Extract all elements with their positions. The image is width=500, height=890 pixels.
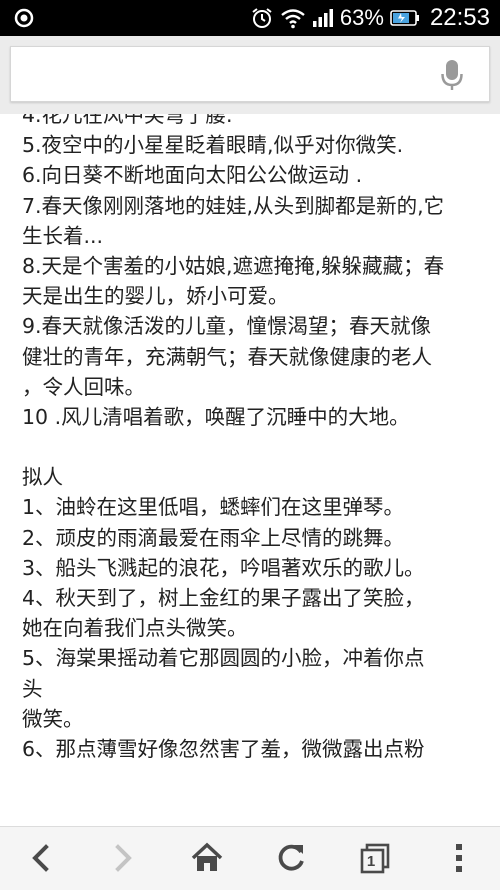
- text-line: 6.向日葵不断地面向太阳公公做运动 .: [22, 163, 363, 188]
- text-line: 2、顽皮的雨滴最爱在雨伞上尽情的跳舞。: [22, 525, 405, 550]
- signal-icon: [312, 9, 333, 27]
- search-box[interactable]: [10, 46, 490, 102]
- browser-toolbar: 1: [0, 826, 500, 890]
- text-line: 微笑。: [22, 706, 84, 731]
- page-content: 4.花儿在风中笑弯了腰. 5.夜空中的小星星眨着眼睛,似乎对你微笑. 6.向日葵不断…: [0, 114, 500, 826]
- tabs-button[interactable]: 1: [358, 841, 392, 875]
- clock: 22:53: [429, 4, 490, 31]
- app-notification-icon: [14, 8, 34, 28]
- refresh-icon: [278, 844, 304, 871]
- text-line: 6、那点薄雪好像忽然害了羞，微微露出点粉: [22, 736, 425, 761]
- alarm-icon: [252, 8, 272, 28]
- forward-button[interactable]: [106, 841, 140, 875]
- text-line: 10 .风儿清唱着歌，唤醒了沉睡中的大地。: [22, 404, 410, 429]
- home-icon: [191, 842, 223, 871]
- text-line: 8.天是个害羞的小姑娘,遮遮掩掩,躲躲藏藏；春: [22, 253, 445, 278]
- text-line: 拟人: [22, 465, 63, 490]
- text-line: 生长着...: [22, 223, 104, 248]
- text-line: 5.夜空中的小星星眨着眼睛,似乎对你微笑.: [22, 133, 404, 158]
- chevron-right-icon: [115, 844, 132, 872]
- text-line: 头: [22, 676, 43, 701]
- tab-count: 1: [366, 853, 376, 870]
- wifi-icon: [281, 9, 305, 29]
- text-line: 4、秋天到了，树上金红的果子露出了笑脸，: [22, 586, 425, 610]
- text-line: 4.花儿在风中笑弯了腰.: [22, 114, 233, 127]
- menu-button[interactable]: [442, 841, 476, 875]
- battery-icon: [390, 10, 419, 26]
- status-icons: 63% 22:53: [250, 0, 490, 36]
- text-line: 9.春天就像活泼的儿童，憧憬渴望；春天就像: [22, 314, 432, 339]
- text-line: 天是出生的婴儿，娇小可爱。: [22, 284, 289, 309]
- text-line: 她在向着我们点头微笑。: [22, 616, 248, 641]
- text-line: ，令人回味。: [22, 374, 145, 399]
- back-button[interactable]: [24, 841, 58, 875]
- chevron-left-icon: [32, 844, 49, 872]
- search-bar-area: [0, 36, 500, 114]
- home-button[interactable]: [190, 841, 224, 875]
- refresh-button[interactable]: [274, 841, 308, 875]
- search-input[interactable]: [21, 57, 425, 93]
- text-line: 7.春天像刚刚落地的娃娃,从头到脚都是新的,它: [22, 193, 445, 218]
- text-line: 3、船头飞溅起的浪花，吟唱著欢乐的歌儿。: [22, 555, 425, 580]
- text-line: 5、海棠果摇动着它那圆圆的小脸，冲着你点: [22, 646, 425, 671]
- article-text: 4.花儿在风中笑弯了腰. 5.夜空中的小星星眨着眼睛,似乎对你微笑. 6.向日葵不断…: [22, 114, 484, 764]
- text-line: 1、油蛉在这里低唱，蟋蟀们在这里弹琴。: [22, 495, 405, 520]
- microphone-icon[interactable]: [441, 59, 463, 91]
- status-bar: 63% 22:53: [0, 0, 500, 36]
- overflow-menu-icon: [456, 844, 462, 872]
- text-line: 健壮的青年，充满朝气；春天就像健康的老人: [22, 344, 432, 369]
- battery-percent: 63%: [339, 5, 384, 30]
